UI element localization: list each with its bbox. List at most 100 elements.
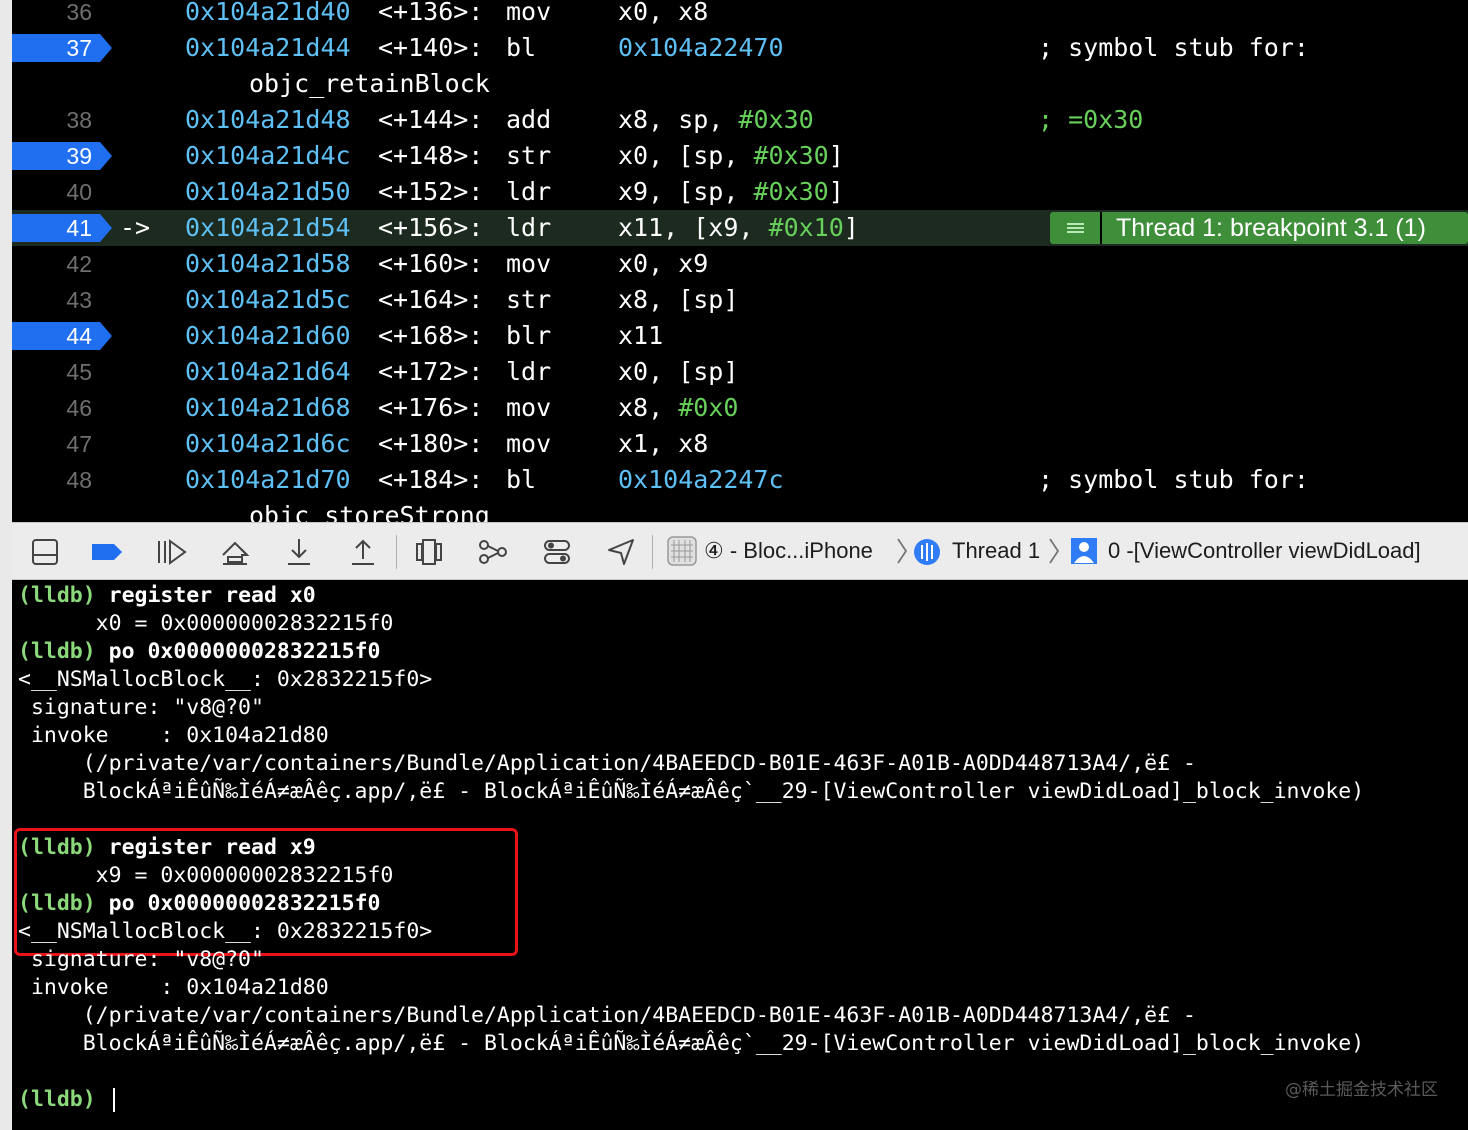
line-number[interactable]: 37 xyxy=(12,30,92,66)
instruction-operands: x0, [sp, #0x30] xyxy=(618,138,844,174)
code-line: 36 0x104a21d40 <+136>: mov x0, x8 xyxy=(12,0,1468,30)
operand-token: x1, x8 xyxy=(618,429,709,458)
simulate-location-button[interactable] xyxy=(604,535,638,569)
continue-icon xyxy=(158,539,187,565)
instruction-address: 0x104a21d44 xyxy=(185,33,351,62)
lldb-console[interactable]: @稀土掘金技术社区 (lldb) register read x0 x0 = 0… xyxy=(12,580,1468,1130)
text-cursor xyxy=(112,1088,115,1112)
code-line: 40 0x104a21d50 <+152>: ldr x9, [sp, #0x30] xyxy=(12,174,1468,210)
line-number[interactable]: 36 xyxy=(12,0,92,30)
instruction-address: 0x104a21d48 xyxy=(185,105,351,134)
lldb-prompt: (lldb) xyxy=(18,1087,96,1112)
instruction-opcode: bl xyxy=(506,33,537,62)
operand-token: x0, x9 xyxy=(618,249,709,278)
operand-token: x11 xyxy=(618,321,664,350)
thread-status-badge[interactable]: Thread 1: breakpoint 3.1 (1) xyxy=(1050,212,1468,244)
instruction-opcode: ldr xyxy=(506,213,552,242)
operand-token: 0x104a22470 xyxy=(618,33,784,62)
instruction-address: 0x104a21d50 xyxy=(185,177,351,206)
console-output-line: <__NSMallocBlock__: 0x2832215f0> xyxy=(18,918,432,946)
line-number[interactable]: 44 xyxy=(12,318,92,354)
instruction-opcode: str xyxy=(506,285,552,314)
line-number[interactable]: 42 xyxy=(12,246,92,282)
instruction-offset: <+184>: xyxy=(378,465,484,494)
line-number[interactable]: 43 xyxy=(12,282,92,318)
step-into-button[interactable] xyxy=(282,535,316,569)
step-out-icon xyxy=(352,539,374,565)
code-line: 46 0x104a21d68 <+176>: mov x8, #0x0 xyxy=(12,390,1468,426)
instruction-operands: x8, [sp] xyxy=(618,282,738,318)
code-line: 43 0x104a21d5c <+164>: str x8, [sp] xyxy=(12,282,1468,318)
stack-frame-icon xyxy=(1070,537,1098,565)
line-number[interactable]: 41 xyxy=(12,210,92,246)
hide-debug-area-button[interactable] xyxy=(28,535,62,569)
console-output-line: BlockÁªiÊûÑ‰ÌéÁ≠æÂêç.app/,ë£ - BlockÁªiÊ… xyxy=(18,778,1364,806)
symbol-name: objc_storeStrong xyxy=(249,501,490,522)
environment-overrides-button[interactable] xyxy=(540,535,574,569)
instruction-offset: <+180>: xyxy=(378,429,484,458)
instruction-opcode: mov xyxy=(506,0,552,26)
line-number[interactable]: 45 xyxy=(12,354,92,390)
instruction-operands: x8, sp, #0x30 xyxy=(618,102,814,138)
operand-token: #0x30 xyxy=(753,177,829,206)
instruction-offset: <+160>: xyxy=(378,249,484,278)
breadcrumb-frame[interactable]: 0 -[ViewController viewDidLoad] xyxy=(1108,523,1421,579)
continue-button[interactable] xyxy=(154,535,188,569)
instruction-operands: 0x104a2247c xyxy=(618,462,784,498)
line-number[interactable]: 40 xyxy=(12,174,92,210)
console-output-line: invoke : 0x104a21d80 xyxy=(18,722,329,750)
instruction-opcode: add xyxy=(506,105,552,134)
instruction-operands: x9, [sp, #0x30] xyxy=(618,174,844,210)
step-over-button[interactable] xyxy=(218,535,252,569)
instruction-operands: x11 xyxy=(618,318,663,354)
instruction-opcode: mov xyxy=(506,393,552,422)
operand-token: x9, [sp, xyxy=(618,177,754,206)
instruction-opcode: mov xyxy=(506,249,552,278)
console-output-line: <__NSMallocBlock__: 0x2832215f0> xyxy=(18,666,432,694)
breadcrumb-process[interactable]: ④ - Bloc...iPhone xyxy=(704,523,873,579)
code-line: 37 0x104a21d44 <+140>: bl 0x104a22470 ; symbo… xyxy=(12,30,1468,66)
operand-token: x8, sp, xyxy=(618,105,739,134)
lldb-command: register read x9 xyxy=(108,835,316,860)
memory-graph-button[interactable] xyxy=(476,535,510,569)
console-output-line: signature: "v8@?0" xyxy=(18,946,264,974)
lldb-prompt: (lldb) xyxy=(18,891,96,916)
code-line: objc_storeStrong xyxy=(12,498,1468,522)
view-hierarchy-button[interactable] xyxy=(412,535,446,569)
console-output-text: x9 = 0x00000002832215f0 xyxy=(18,863,394,888)
toolbar-divider xyxy=(396,535,397,569)
console-command-line: (lldb) register read x0 xyxy=(18,582,316,610)
code-line: objc_retainBlock xyxy=(12,66,1468,102)
operand-token: x8, [sp] xyxy=(618,285,739,314)
view-hierarchy-icon xyxy=(416,539,442,565)
console-input-line[interactable]: (lldb) xyxy=(18,1086,115,1114)
disassembly-view[interactable]: 36 0x104a21d40 <+136>: mov x0, x8 37 0x104a21d… xyxy=(12,0,1468,522)
console-output-line: signature: "v8@?0" xyxy=(18,694,264,722)
instruction-operands: x0, x8 xyxy=(618,0,708,30)
instruction-operands: x8, #0x0 xyxy=(618,390,738,426)
symbol-name: objc_retainBlock xyxy=(249,69,490,98)
breakpoints-toggle-button[interactable] xyxy=(90,535,124,569)
instruction-comment: ; =0x30 xyxy=(1038,105,1144,134)
line-number[interactable]: 39 xyxy=(12,138,92,174)
code-line: 38 0x104a21d48 <+144>: add x8, sp, #0x30 ; =0… xyxy=(12,102,1468,138)
instruction-address: 0x104a21d58 xyxy=(185,249,351,278)
breadcrumb-thread[interactable]: Thread 1 xyxy=(952,523,1040,579)
line-number[interactable]: 46 xyxy=(12,390,92,426)
line-number[interactable]: 48 xyxy=(12,462,92,498)
panel-icon xyxy=(32,539,58,565)
step-out-button[interactable] xyxy=(346,535,380,569)
instruction-address: 0x104a21d5c xyxy=(185,285,351,314)
instruction-comment: ; symbol stub for: xyxy=(1038,465,1309,494)
console-output-line: (/private/var/containers/Bundle/Applicat… xyxy=(18,750,1196,778)
instruction-offset: <+140>: xyxy=(378,33,484,62)
line-number[interactable]: 38 xyxy=(12,102,92,138)
line-number[interactable]: 47 xyxy=(12,426,92,462)
operand-token: x0, [sp, xyxy=(618,141,754,170)
console-output-line: x9 = 0x00000002832215f0 xyxy=(18,862,394,890)
operand-token: ] xyxy=(828,141,844,170)
console-output-text: (/private/var/containers/Bundle/Applicat… xyxy=(18,751,1196,776)
debug-bar: ④ - Bloc...iPhone Thread 1 0 -[ViewContr… xyxy=(12,522,1468,580)
console-output-text: signature: "v8@?0" xyxy=(18,947,264,972)
instruction-offset: <+164>: xyxy=(378,285,484,314)
